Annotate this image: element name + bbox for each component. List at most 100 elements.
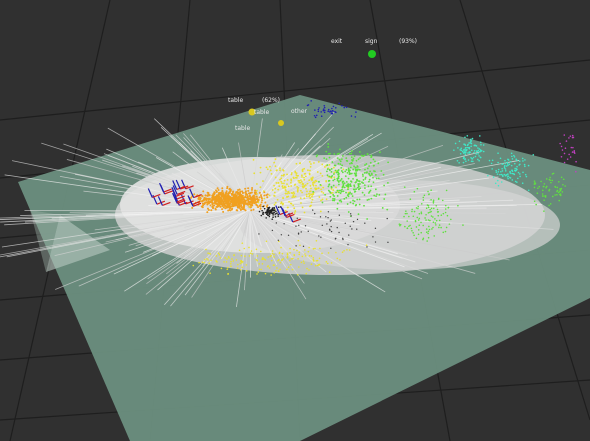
cloud-point	[487, 174, 489, 177]
cloud-point	[435, 224, 437, 226]
cloud-point	[507, 173, 509, 175]
cloud-point	[207, 259, 209, 261]
cloud-point	[465, 149, 468, 152]
cloud-point	[341, 164, 344, 167]
cloud-point	[269, 169, 272, 172]
cloud-point	[326, 164, 329, 166]
cloud-point	[438, 224, 441, 226]
cloud-point	[335, 237, 337, 240]
cloud-point	[328, 163, 331, 166]
cloud-point	[355, 188, 358, 190]
cloud-point	[468, 152, 471, 154]
cloud-point	[511, 172, 514, 175]
cloud-point	[357, 183, 360, 185]
cloud-point	[361, 173, 364, 176]
cloud-point	[460, 149, 463, 152]
cloud-point	[307, 230, 309, 232]
cloud-point	[409, 198, 412, 201]
cloud-point	[206, 197, 209, 200]
table-marker-lower[interactable]	[278, 120, 284, 126]
cloud-point	[326, 170, 328, 173]
cloud-point	[475, 153, 478, 155]
cloud-point	[214, 198, 217, 201]
cloud-point	[372, 158, 375, 161]
cloud-point	[350, 115, 353, 117]
cloud-point	[295, 174, 298, 176]
cloud-point	[214, 207, 217, 210]
cloud-point	[372, 236, 374, 238]
cloud-point	[488, 159, 491, 162]
cloud-point	[561, 191, 564, 193]
cloud-point	[509, 177, 512, 179]
sign-marker[interactable]	[368, 50, 376, 58]
cloud-point	[206, 211, 209, 214]
cloud-point	[420, 212, 423, 215]
cloud-point	[265, 194, 268, 197]
cloud-point	[497, 171, 500, 173]
cloud-point	[308, 246, 310, 249]
cloud-point	[255, 248, 258, 251]
cloud-point	[464, 147, 467, 149]
cloud-point	[334, 164, 337, 167]
cloud-point	[349, 169, 351, 172]
cloud-point	[321, 198, 324, 201]
cloud-point	[275, 169, 278, 172]
cloud-point	[368, 165, 370, 167]
cloud-point	[244, 199, 247, 202]
cloud-point	[504, 170, 507, 172]
table-marker-upper[interactable]	[248, 108, 256, 116]
cloud-point	[338, 158, 341, 161]
cloud-point	[387, 241, 389, 244]
cloud-point	[237, 189, 240, 192]
cloud-point	[354, 169, 357, 172]
cloud-point	[226, 187, 229, 190]
cloud-point	[501, 167, 503, 170]
cloud-point	[386, 181, 389, 184]
cloud-point	[218, 203, 221, 206]
cloud-point	[330, 112, 333, 115]
cloud-point	[462, 149, 465, 151]
cloud-point	[206, 257, 208, 260]
cloud-point	[255, 198, 258, 201]
cloud-point	[340, 178, 343, 180]
cloud-point	[241, 266, 244, 269]
cloud-point	[357, 158, 360, 161]
cloud-point	[304, 253, 306, 255]
cloud-point	[298, 181, 301, 184]
cloud-point	[345, 106, 348, 109]
cloud-point	[477, 147, 479, 149]
cloud-point	[289, 181, 292, 184]
cloud-point	[250, 188, 253, 191]
cloud-point	[286, 253, 289, 256]
cloud-point	[559, 188, 561, 190]
cloud-point	[299, 244, 301, 247]
cloud-point	[307, 104, 310, 106]
cloud-point	[231, 197, 234, 200]
cloud-point	[324, 109, 326, 112]
cloud-point	[425, 207, 428, 210]
cloud-point	[568, 153, 570, 156]
cloud-point	[307, 169, 309, 172]
cloud-point	[249, 197, 252, 200]
cloud-point	[233, 198, 236, 201]
cloud-point	[497, 152, 499, 154]
cloud-point	[225, 206, 228, 209]
cloud-point	[560, 155, 563, 158]
cloud-point	[244, 201, 247, 204]
cloud-point	[332, 105, 335, 108]
3d-viewport[interactable]: exit sign (93%) table (62%) table other …	[0, 0, 590, 441]
cloud-point	[265, 240, 268, 243]
scene-canvas[interactable]	[0, 0, 590, 441]
cloud-point	[350, 193, 353, 195]
cloud-point	[453, 149, 455, 151]
cloud-point	[200, 200, 203, 203]
cloud-point	[352, 220, 355, 223]
cloud-point	[331, 174, 334, 177]
cloud-point	[268, 194, 271, 197]
cloud-point	[215, 255, 218, 257]
cloud-point	[296, 274, 299, 276]
cloud-point	[458, 162, 460, 164]
cloud-point	[422, 238, 424, 241]
cloud-point	[533, 180, 536, 182]
cloud-point	[445, 189, 448, 192]
